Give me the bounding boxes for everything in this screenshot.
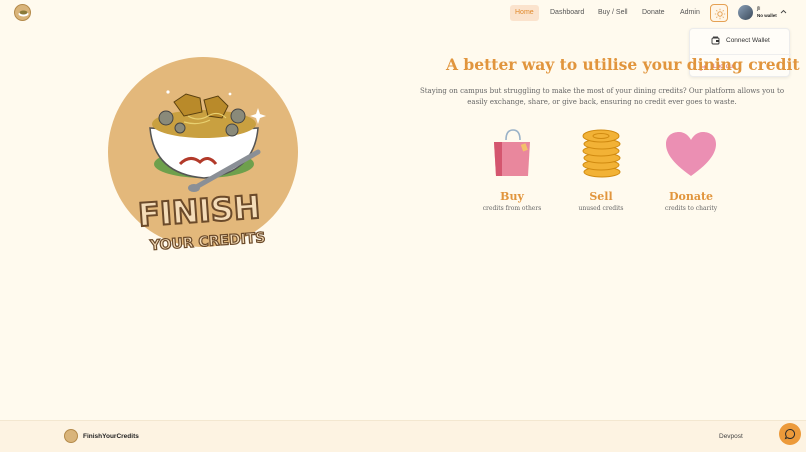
wallet-status: No wallet	[757, 13, 777, 18]
feature-buy-title: Buy	[500, 190, 524, 203]
nav-home[interactable]: Home	[510, 5, 539, 21]
feature-sell-subtitle: unused credits	[578, 205, 624, 212]
feature-donate-title: Donate	[668, 190, 714, 203]
sun-icon	[714, 8, 726, 20]
connect-wallet-item[interactable]: Connect Wallet	[690, 30, 791, 52]
user-name: jli	[757, 6, 761, 12]
coin-stack-icon	[582, 129, 621, 178]
devpost-link[interactable]: Devpost	[719, 433, 743, 440]
feature-sell[interactable]: Sell unused credits	[561, 128, 641, 212]
footer-logo	[64, 429, 78, 443]
top-nav-bar: Home Dashboard Buy / Sell Donate Admin j…	[0, 0, 806, 26]
feature-buy[interactable]: Buy credits from others	[472, 128, 552, 212]
chat-button[interactable]	[779, 423, 801, 445]
chevron-up-icon	[780, 9, 787, 14]
shopping-bag-icon	[494, 129, 530, 176]
avatar	[738, 5, 753, 20]
nav-donate[interactable]: Donate	[637, 5, 670, 21]
feature-donate[interactable]: Donate credits to charity	[651, 128, 731, 212]
nav-buy-sell[interactable]: Buy / Sell	[593, 5, 633, 21]
site-logo[interactable]	[14, 4, 31, 21]
hero-logo-illustration: FINISH YOUR CREDITS	[108, 56, 300, 256]
nav-dashboard[interactable]: Dashboard	[545, 5, 589, 21]
feature-buy-subtitle: credits from others	[482, 205, 542, 212]
page-title: A better way to utilise your dining cred…	[446, 55, 800, 74]
chat-bubble-icon	[784, 428, 796, 440]
user-menu-button[interactable]: jli No wallet	[736, 3, 790, 23]
nav-admin[interactable]: Admin	[675, 5, 705, 21]
wallet-icon	[711, 36, 720, 45]
connect-wallet-label: Connect Wallet	[726, 37, 770, 44]
feature-donate-subtitle: credits to charity	[664, 205, 718, 212]
footer: FinishYourCredits Devpost	[0, 420, 806, 452]
feature-sell-title: Sell	[589, 190, 613, 203]
footer-brand: FinishYourCredits	[83, 433, 139, 440]
heart-icon	[666, 132, 716, 176]
hero-description: Staying on campus but struggling to make…	[419, 87, 785, 106]
theme-toggle-button[interactable]	[710, 4, 728, 22]
